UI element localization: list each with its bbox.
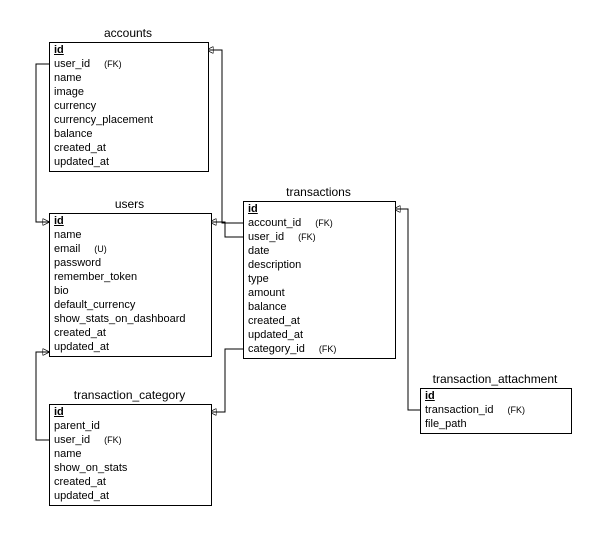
field: updated_at (50, 155, 208, 169)
field: email(U) (50, 242, 211, 256)
field: date (244, 244, 395, 258)
field: created_at (50, 475, 211, 489)
entity-transaction-category: id parent_id user_id(FK) name show_on_st… (49, 404, 212, 506)
field: id (244, 202, 395, 216)
field: balance (50, 127, 208, 141)
entity-users: id name email(U) password remember_token… (49, 213, 212, 357)
field: id (50, 405, 211, 419)
field: show_on_stats (50, 461, 211, 475)
field: amount (244, 286, 395, 300)
field: account_id(FK) (244, 216, 395, 230)
field: name (50, 447, 211, 461)
field: image (50, 85, 208, 99)
field: transaction_id(FK) (421, 403, 571, 417)
field: user_id(FK) (244, 230, 395, 244)
field: created_at (50, 141, 208, 155)
field: password (50, 256, 211, 270)
field: default_currency (50, 298, 211, 312)
field: name (50, 71, 208, 85)
field: created_at (50, 326, 211, 340)
field: updated_at (50, 489, 211, 503)
entity-title-transaction-category: transaction_category (49, 388, 210, 402)
entity-title-transaction-attachment: transaction_attachment (420, 372, 570, 386)
entity-transactions: id account_id(FK) user_id(FK) date descr… (243, 201, 396, 359)
field: currency_placement (50, 113, 208, 127)
field: description (244, 258, 395, 272)
field: balance (244, 300, 395, 314)
entity-transaction-attachment: id transaction_id(FK) file_path (420, 388, 572, 434)
field: file_path (421, 417, 571, 431)
entity-title-transactions: transactions (243, 185, 394, 199)
field: updated_at (244, 328, 395, 342)
field: user_id(FK) (50, 433, 211, 447)
field: updated_at (50, 340, 211, 354)
field: category_id(FK) (244, 342, 395, 356)
field: remember_token (50, 270, 211, 284)
entity-title-accounts: accounts (49, 26, 207, 40)
field: parent_id (50, 419, 211, 433)
field: show_stats_on_dashboard (50, 312, 211, 326)
field: bio (50, 284, 211, 298)
entity-accounts: id user_id(FK) name image currency curre… (49, 42, 209, 172)
field: id (421, 389, 571, 403)
field: type (244, 272, 395, 286)
field: currency (50, 99, 208, 113)
erd-canvas: accounts id user_id(FK) name image curre… (0, 0, 606, 536)
field: id (50, 214, 211, 228)
entity-title-users: users (49, 197, 210, 211)
field: name (50, 228, 211, 242)
field: created_at (244, 314, 395, 328)
field: user_id(FK) (50, 57, 208, 71)
field: id (50, 43, 208, 57)
